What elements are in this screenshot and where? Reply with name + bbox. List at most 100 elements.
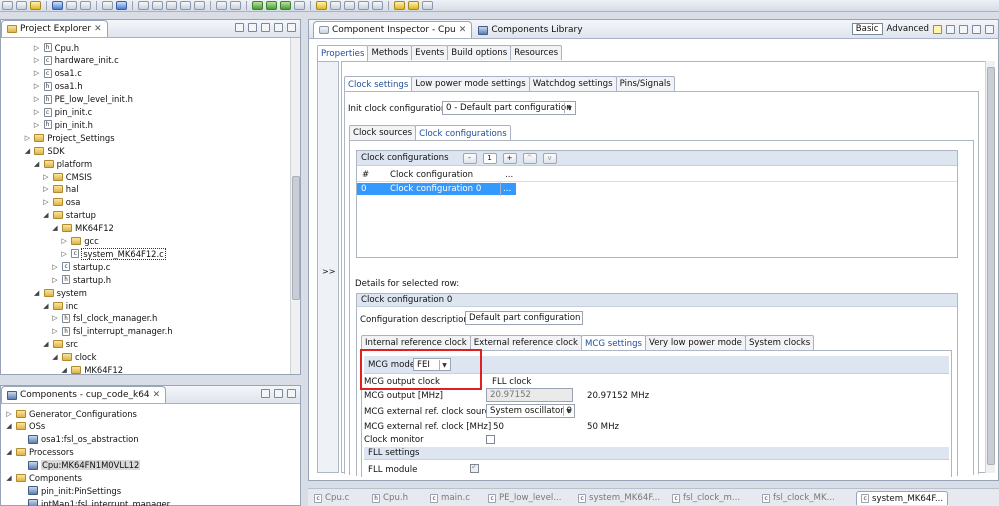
collapsed-arrow-icon[interactable]: ▷ bbox=[33, 108, 41, 116]
tree-item[interactable]: ◢ MK64F12 bbox=[51, 222, 114, 235]
tab-clock-configurations[interactable]: Clock configurations bbox=[415, 125, 511, 141]
expanded-arrow-icon[interactable]: ◢ bbox=[42, 302, 50, 310]
collapsed-arrow-icon[interactable]: ▷ bbox=[51, 276, 59, 284]
minimize-icon[interactable] bbox=[274, 23, 283, 32]
expanded-arrow-icon[interactable]: ◢ bbox=[5, 474, 13, 482]
collapsed-arrow-icon[interactable]: ▷ bbox=[33, 56, 41, 64]
inspector-scrollbar[interactable] bbox=[985, 61, 995, 473]
search-icon[interactable] bbox=[138, 1, 149, 10]
refresh-icon[interactable] bbox=[230, 1, 241, 10]
tree-item[interactable]: ◢ MK64F12 bbox=[60, 364, 123, 377]
tree-item[interactable]: ▷ hal bbox=[42, 183, 78, 196]
chip-icon[interactable] bbox=[80, 1, 91, 10]
tree-item[interactable]: ▷ c system_MK64F12.c bbox=[60, 247, 166, 260]
collapsed-arrow-icon[interactable]: ▷ bbox=[5, 410, 13, 418]
component-item[interactable]: ▷ Generator_Configurations bbox=[5, 407, 137, 420]
component-item[interactable]: intMan1:fsl_interrupt_manager bbox=[17, 497, 170, 506]
component-item[interactable]: ◢ Components bbox=[5, 472, 82, 485]
arrow-icon[interactable] bbox=[152, 1, 163, 10]
tab-properties[interactable]: Properties bbox=[317, 45, 369, 61]
external-tools-icon[interactable] bbox=[194, 1, 205, 10]
tree-item[interactable]: ▷ CMSIS bbox=[42, 170, 92, 183]
view-menu-icon[interactable] bbox=[959, 24, 968, 34]
row-more-button[interactable]: ... bbox=[503, 184, 511, 194]
tab-mcg-settings[interactable]: MCG settings bbox=[580, 335, 647, 351]
close-icon[interactable]: ✕ bbox=[94, 24, 102, 34]
move-up-button[interactable]: ^ bbox=[522, 152, 537, 164]
tree-item[interactable]: ▷ c startup.c bbox=[51, 260, 110, 273]
collapsed-arrow-icon[interactable]: ▷ bbox=[33, 95, 41, 103]
view-menu-icon[interactable] bbox=[261, 389, 270, 398]
expanded-arrow-icon[interactable]: ◢ bbox=[42, 211, 50, 219]
project-explorer-scrollbar[interactable] bbox=[290, 38, 300, 374]
fll-module-checkbox[interactable] bbox=[470, 462, 479, 473]
collapsed-arrow-icon[interactable]: ▷ bbox=[51, 327, 59, 335]
expanded-arrow-icon[interactable]: ◢ bbox=[60, 366, 68, 374]
table-row[interactable]: 0 Clock configuration 0 ... bbox=[357, 183, 516, 195]
maximize-icon[interactable] bbox=[985, 24, 994, 34]
tool-icon[interactable] bbox=[294, 1, 305, 10]
tree-item[interactable]: ◢ clock bbox=[51, 351, 96, 364]
collapsed-arrow-icon[interactable]: ▷ bbox=[60, 250, 68, 258]
tree-item[interactable]: ▷ c hardware_init.c bbox=[33, 54, 119, 67]
tab-system-clocks[interactable]: System clocks bbox=[744, 335, 815, 350]
tree-item[interactable]: ▷ c pin_init.c bbox=[33, 106, 92, 119]
tree-item[interactable]: ◢ startup bbox=[42, 209, 96, 222]
pin-icon[interactable] bbox=[330, 1, 341, 10]
init-clock-config-combo[interactable]: 0 - Default part configuration ▼ bbox=[442, 101, 576, 115]
edit-icon[interactable] bbox=[344, 1, 355, 10]
lock-icon[interactable] bbox=[946, 24, 955, 34]
expanded-arrow-icon[interactable]: ◢ bbox=[51, 224, 59, 232]
collapsed-arrow-icon[interactable]: ▷ bbox=[51, 263, 59, 271]
component-inspector-tab[interactable]: Component Inspector - Cpu ✕ bbox=[313, 21, 473, 38]
collapsed-arrow-icon[interactable]: ▷ bbox=[33, 69, 41, 77]
debug-run-icon[interactable] bbox=[266, 1, 277, 10]
checkbox-icon[interactable] bbox=[102, 1, 113, 10]
components-tab[interactable]: Components - cup_code_k64 ✕ bbox=[1, 386, 167, 403]
collapse-toggle[interactable]: >> bbox=[322, 267, 335, 276]
new-file-icon[interactable] bbox=[2, 1, 13, 10]
collapsed-arrow-icon[interactable]: ▷ bbox=[51, 314, 59, 322]
tab-clock-settings[interactable]: Clock settings bbox=[344, 76, 413, 92]
editor-tab-fsl-clock-mk[interactable]: c fsl_clock_MK... bbox=[762, 491, 835, 505]
tab-build-options[interactable]: Build options bbox=[447, 45, 512, 60]
collapsed-arrow-icon[interactable]: ▷ bbox=[33, 82, 41, 90]
component-item[interactable]: osa1:fsl_os_abstraction bbox=[17, 433, 139, 446]
maximize-icon[interactable] bbox=[287, 389, 296, 398]
link-icon[interactable] bbox=[180, 1, 191, 10]
tree-item[interactable]: ◢ platform bbox=[33, 157, 92, 170]
build-icon[interactable] bbox=[30, 1, 41, 10]
expanded-arrow-icon[interactable]: ◢ bbox=[33, 289, 41, 297]
tree-item[interactable]: ▷ c osa1.c bbox=[33, 67, 82, 80]
link-editor-icon[interactable] bbox=[248, 23, 257, 32]
add-row-button[interactable]: + bbox=[502, 152, 517, 164]
expanded-arrow-icon[interactable]: ◢ bbox=[42, 340, 50, 348]
ext-ref-clock-source-combo[interactable]: System oscillator 0 ▼ bbox=[486, 404, 575, 418]
tab-resources[interactable]: Resources bbox=[510, 45, 563, 60]
tree-item[interactable]: ▷ h pin_init.h bbox=[33, 118, 93, 131]
tree-item[interactable]: ◢ src bbox=[42, 338, 78, 351]
play-icon[interactable] bbox=[280, 1, 291, 10]
chevron-down-icon[interactable]: ▼ bbox=[563, 406, 573, 416]
tab-very-low-power-mode[interactable]: Very low power mode bbox=[645, 335, 746, 350]
tab-internal-reference-clock[interactable]: Internal reference clock bbox=[361, 335, 471, 350]
components-library-tab[interactable]: Components Library bbox=[472, 21, 588, 38]
forward-arrow-icon[interactable] bbox=[408, 1, 419, 10]
save-icon[interactable] bbox=[16, 1, 27, 10]
tree-item[interactable]: ▷ h fsl_interrupt_manager.h bbox=[51, 325, 172, 338]
collapsed-arrow-icon[interactable]: ▷ bbox=[42, 185, 50, 193]
close-icon[interactable]: ✕ bbox=[153, 390, 161, 400]
tree-item[interactable]: ▷ h osa1.h bbox=[33, 80, 83, 93]
component-item[interactable]: ◢ OSs bbox=[5, 420, 45, 433]
component-item[interactable]: Cpu:MK64FN1M0VLL12 bbox=[17, 459, 141, 472]
marker-icon[interactable] bbox=[166, 1, 177, 10]
maximize-icon[interactable] bbox=[287, 23, 296, 32]
editor-tab-pe-low-level[interactable]: c PE_low_level... bbox=[488, 491, 562, 505]
tree-item[interactable]: ◢ inc bbox=[42, 299, 78, 312]
editor-tab-fsl-clock-m[interactable]: c fsl_clock_m... bbox=[672, 491, 740, 505]
collapsed-arrow-icon[interactable]: ▷ bbox=[33, 44, 41, 52]
note-icon[interactable] bbox=[933, 24, 942, 34]
component-item[interactable]: pin_init:PinSettings bbox=[17, 484, 121, 497]
tree-item[interactable]: ▷ h PE_low_level_init.h bbox=[33, 93, 133, 106]
tab-low-power-mode-settings[interactable]: Low power mode settings bbox=[411, 76, 530, 91]
